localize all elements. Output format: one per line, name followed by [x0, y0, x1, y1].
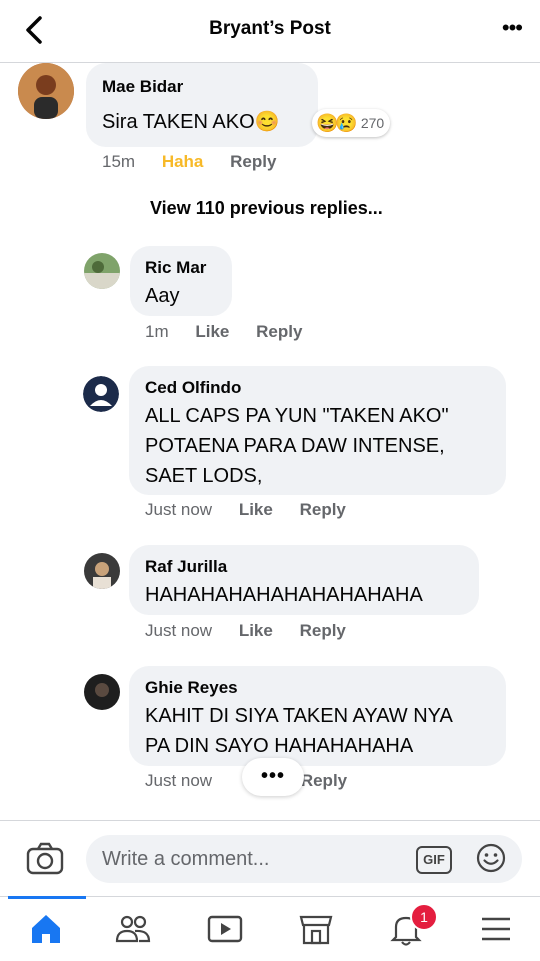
marketplace-icon[interactable]: [296, 909, 336, 949]
menu-icon[interactable]: [476, 909, 516, 949]
emoji-icon[interactable]: [476, 843, 506, 873]
bottom-tab-bar: 1: [0, 896, 540, 961]
typing-indicator: •••: [242, 758, 304, 796]
like-button[interactable]: Like: [195, 322, 229, 341]
active-tab-indicator: [8, 896, 86, 899]
reply-author[interactable]: Ced Olfindo: [145, 378, 241, 398]
reply-author[interactable]: Ric Mar: [145, 258, 206, 278]
sad-emoji-icon: 😢: [335, 112, 358, 133]
page-title: Bryant’s Post: [209, 18, 331, 39]
default-avatar-icon[interactable]: [83, 376, 119, 412]
reply-actions: Just now Like Reply: [145, 500, 368, 520]
reply-button[interactable]: Reply: [230, 152, 276, 171]
reply-text: KAHIT DI SIYA TAKEN AYAW NYA PA DIN SAYO …: [145, 705, 453, 757]
comment-input-placeholder: Write a comment...: [102, 848, 270, 870]
reply-time: Just now: [145, 500, 213, 519]
reply-text: ALL CAPS PA YUN "TAKEN AKO" POTAENA PARA …: [145, 405, 449, 487]
comment-time: 15m: [102, 152, 136, 171]
reply-time: Just now: [145, 621, 213, 640]
home-icon[interactable]: [26, 909, 66, 949]
comment-input[interactable]: Write a comment... GIF: [86, 835, 522, 883]
comment-text: Sira TAKEN AKO😊: [102, 111, 280, 133]
comment-composer: Write a comment... GIF: [0, 820, 540, 897]
reply-button[interactable]: Reply: [301, 771, 347, 790]
reply-button[interactable]: Reply: [300, 500, 346, 519]
reaction-summary[interactable]: 😆 😢 270: [312, 109, 391, 137]
reaction-count: 270: [360, 115, 385, 131]
avatar[interactable]: [84, 674, 120, 710]
view-previous-replies-link[interactable]: View 110 previous replies...: [150, 198, 383, 219]
like-button[interactable]: Like: [239, 500, 273, 519]
header: Bryant’s Post •••: [0, 0, 540, 63]
reply-button[interactable]: Reply: [300, 621, 346, 640]
reply-button[interactable]: Reply: [256, 322, 302, 341]
more-options-icon[interactable]: •••: [502, 17, 523, 39]
reply-time: 1m: [145, 322, 169, 341]
friends-icon[interactable]: [113, 909, 153, 949]
avatar[interactable]: [84, 553, 120, 589]
gif-button[interactable]: GIF: [416, 846, 452, 874]
notification-badge: 1: [410, 903, 438, 931]
watch-icon[interactable]: [205, 909, 245, 949]
comment-actions: 15m Haha Reply: [102, 152, 298, 172]
haha-reaction-button[interactable]: Haha: [162, 152, 204, 171]
camera-icon[interactable]: [26, 841, 64, 877]
reply-time: Just now: [145, 771, 213, 790]
avatar[interactable]: [84, 253, 120, 289]
avatar[interactable]: [18, 63, 74, 119]
comment-author[interactable]: Mae Bidar: [102, 77, 183, 97]
reply-actions: 1m Like Reply: [145, 322, 324, 342]
like-button[interactable]: Like: [239, 621, 273, 640]
reply-author[interactable]: Ghie Reyes: [145, 678, 238, 698]
reply-actions: Just now Like Reply: [145, 621, 368, 641]
reply-author[interactable]: Raf Jurilla: [145, 557, 227, 577]
reply-text: Aay: [145, 285, 180, 307]
reply-text: HAHAHAHAHAHAHAHAHAHA: [145, 584, 423, 606]
